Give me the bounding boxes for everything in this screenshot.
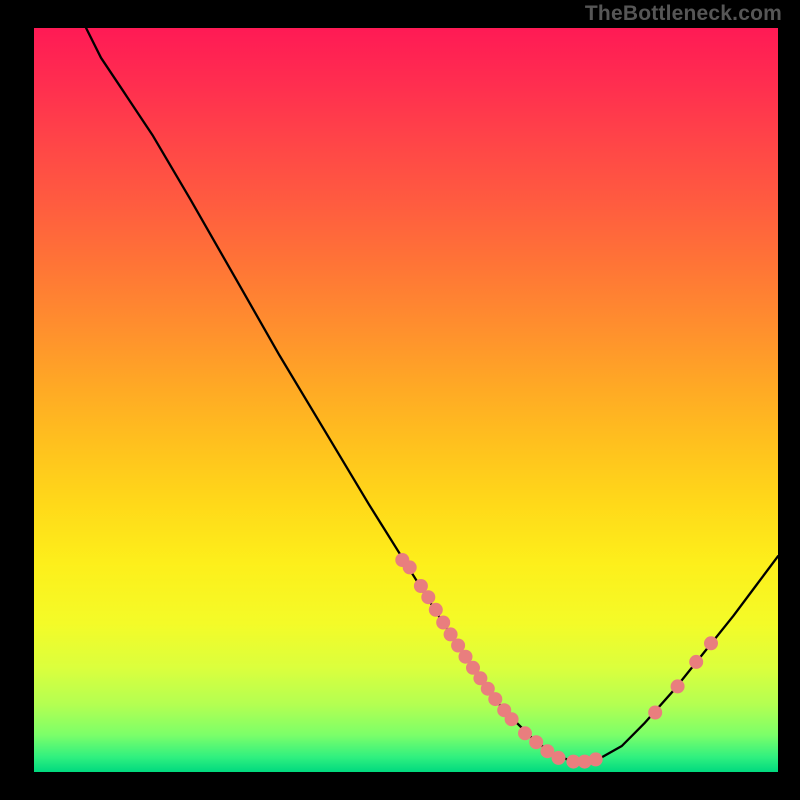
curve-marker bbox=[488, 692, 502, 706]
curve-marker bbox=[704, 636, 718, 650]
curve-marker bbox=[518, 726, 532, 740]
bottleneck-curve bbox=[86, 28, 778, 762]
curve-marker bbox=[671, 679, 685, 693]
curve-marker bbox=[505, 712, 519, 726]
curve-marker bbox=[436, 616, 450, 630]
curve-marker bbox=[529, 735, 543, 749]
plot-area bbox=[34, 28, 778, 772]
curve-marker bbox=[421, 590, 435, 604]
curve-marker bbox=[589, 752, 603, 766]
curve-svg bbox=[34, 28, 778, 772]
curve-marker bbox=[648, 706, 662, 720]
curve-marker bbox=[403, 560, 417, 574]
curve-marker bbox=[689, 655, 703, 669]
watermark-text: TheBottleneck.com bbox=[585, 2, 782, 26]
curve-marker bbox=[552, 751, 566, 765]
curve-markers bbox=[395, 553, 718, 769]
chart-container: TheBottleneck.com bbox=[0, 0, 800, 800]
curve-marker bbox=[429, 603, 443, 617]
